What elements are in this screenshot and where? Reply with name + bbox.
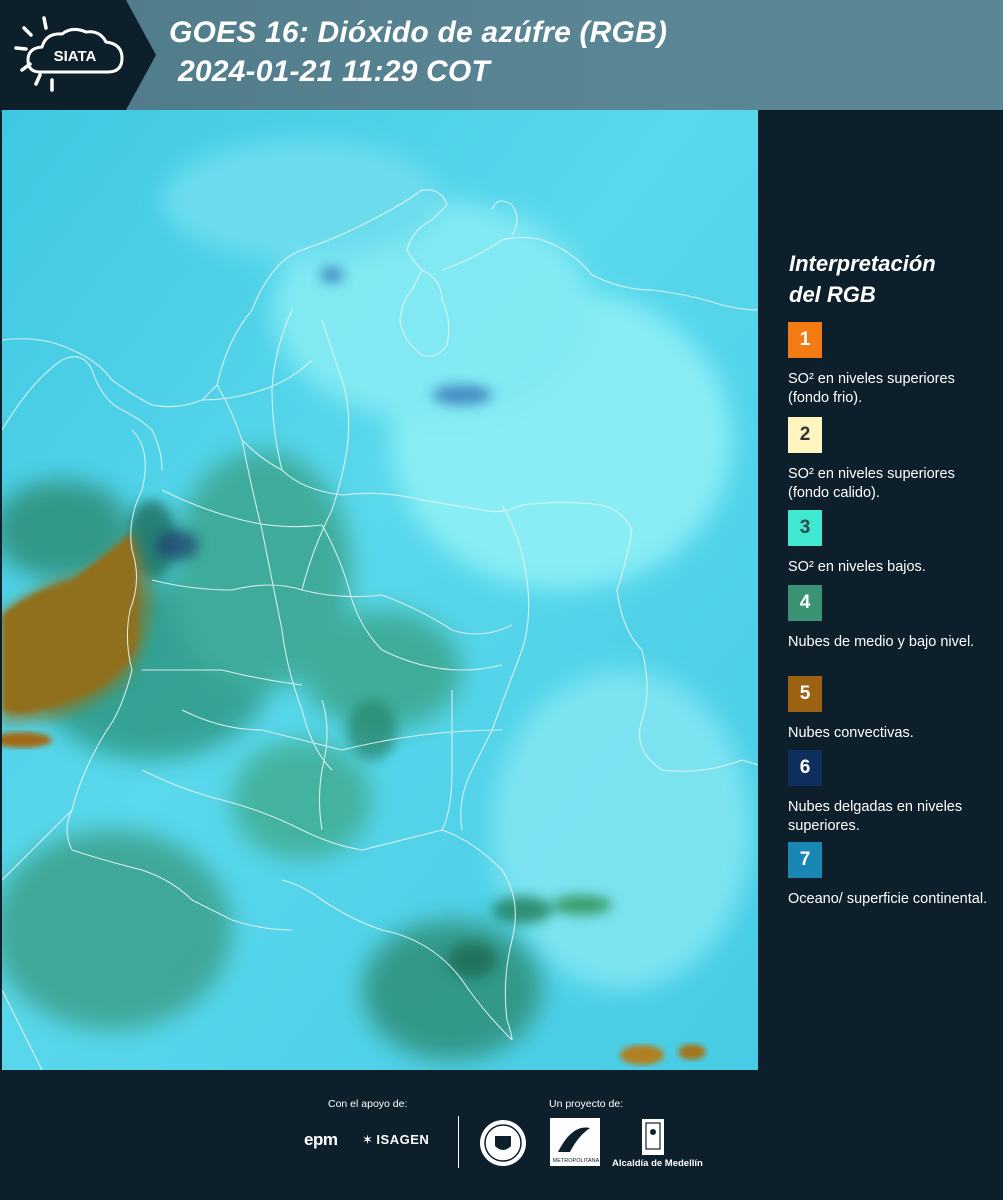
legend-swatch-4: 4 xyxy=(788,585,822,621)
footer: Con el apoyo de: Un proyecto de: epm ✶ IS… xyxy=(0,1070,1003,1200)
legend-swatch-1: 1 xyxy=(788,322,822,358)
legend-label-5: Nubes convectivas. xyxy=(788,725,914,741)
legend-swatch-7: 7 xyxy=(788,842,822,878)
university-seal-logo xyxy=(480,1120,526,1166)
svg-text:METROPOLITANA: METROPOLITANA xyxy=(553,1158,600,1164)
legend-label-6: Nubes delgadas en niveles superiores. xyxy=(788,799,963,834)
alcaldia-text: Alcaldía de Medellín xyxy=(612,1158,703,1169)
legend-item-1: 1 SO² en niveles superiores (fondo frio)… xyxy=(788,322,998,408)
legend-title-line-1: Interpretación xyxy=(789,251,936,276)
page-timestamp: 2024-01-21 11:29 COT xyxy=(178,55,490,88)
legend-title-line-2: del RGB xyxy=(789,282,876,307)
project-caption: Un proyecto de: xyxy=(549,1098,624,1110)
siata-logo: SIATA xyxy=(0,0,158,110)
legend-title: Interpretación del RGB xyxy=(789,248,999,310)
isagen-logo-text: ISAGEN xyxy=(376,1132,430,1147)
legend-swatch-5: 5 xyxy=(788,676,822,712)
isagen-logo: ✶ ISAGEN xyxy=(362,1132,429,1148)
metropolitana-logo: METROPOLITANA xyxy=(550,1118,600,1166)
legend-swatch-2: 2 xyxy=(788,417,822,453)
legend-label-3: SO² en niveles bajos. xyxy=(788,559,926,575)
legend-swatch-3: 3 xyxy=(788,510,822,546)
legend-label-2: SO² en niveles superiores (fondo calido)… xyxy=(788,466,955,501)
alcaldia-shield-logo xyxy=(642,1119,664,1155)
satellite-map xyxy=(2,110,758,1070)
epm-logo: epm xyxy=(304,1130,338,1149)
footer-divider xyxy=(458,1116,459,1168)
isagen-mark-icon: ✶ xyxy=(362,1132,374,1147)
legend-item-6: 6 Nubes delgadas en niveles superiores. xyxy=(788,750,998,836)
rgb-legend: Interpretación del RGB 1 SO² en niveles … xyxy=(760,110,1003,1070)
legend-label-1: SO² en niveles superiores (fondo frio). xyxy=(788,371,955,406)
page-title: GOES 16: Dióxido de azúfre (RGB) xyxy=(169,16,668,49)
legend-item-5: 5 Nubes convectivas. xyxy=(788,676,998,743)
legend-item-7: 7 Oceano/ superficie continental. xyxy=(788,842,998,909)
legend-label-7: Oceano/ superficie continental. xyxy=(788,891,988,907)
legend-item-3: 3 SO² en niveles bajos. xyxy=(788,510,998,577)
legend-item-4: 4 Nubes de medio y bajo nivel. xyxy=(788,585,998,652)
legend-label-4: Nubes de medio y bajo nivel. xyxy=(788,634,975,650)
legend-swatch-6: 6 xyxy=(788,750,822,786)
header-bar: SIATA GOES 16: Dióxido de azúfre (RGB) 2… xyxy=(0,0,1003,110)
legend-item-2: 2 SO² en niveles superiores (fondo calid… xyxy=(788,417,998,503)
support-caption: Con el apoyo de: xyxy=(328,1098,408,1110)
siata-logo-text: SIATA xyxy=(54,48,97,65)
